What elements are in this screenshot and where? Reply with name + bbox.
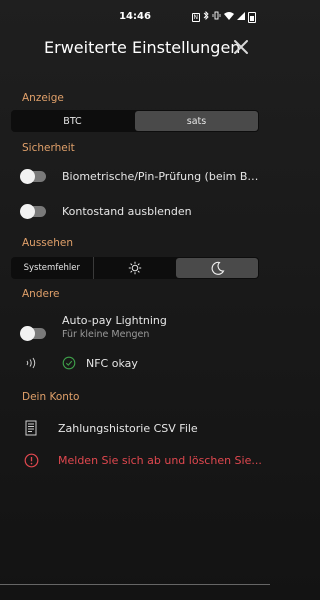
sun-icon (128, 261, 141, 275)
nfc-waves-icon (26, 357, 36, 369)
bluetooth-icon (203, 10, 209, 23)
nfc-status-row: NFC okay (22, 356, 262, 370)
nfc-icon: N (191, 12, 200, 22)
hide-balance-row[interactable]: Kontostand ausblenden (20, 204, 262, 219)
hide-balance-label: Kontostand ausblenden (62, 205, 192, 218)
unit-segmented-control: BTC sats (11, 110, 259, 132)
document-icon (25, 420, 37, 436)
biometric-label: Biometrische/Pin-Prüfung (beim Be... (62, 170, 262, 183)
unit-sats-option[interactable]: sats (135, 111, 258, 131)
page-title: Erweiterte Einstellungen (44, 38, 241, 57)
battery-icon (248, 11, 256, 23)
vibrate-icon (212, 11, 221, 23)
status-bar: 14:46 N (0, 0, 270, 36)
section-aussehen: Aussehen (22, 237, 74, 249)
wifi-icon (224, 11, 234, 23)
section-andere: Andere (22, 288, 60, 300)
close-button[interactable] (230, 36, 252, 58)
nfc-status-label: NFC okay (86, 356, 138, 370)
logout-row[interactable]: Melden Sie sich ab und löschen Sie... (22, 453, 262, 468)
toggle-knob (20, 204, 35, 219)
toggle-knob (20, 325, 35, 341)
biometric-row[interactable]: Biometrische/Pin-Prüfung (beim Be... (20, 169, 262, 184)
unit-btc-option[interactable]: BTC (11, 110, 134, 132)
csv-export-label: Zahlungshistorie CSV File (58, 421, 198, 435)
autopay-text: Auto-pay Lightning Für kleine Mengen (62, 314, 167, 340)
toggle-knob (20, 169, 35, 184)
close-icon (234, 40, 248, 54)
check-circle-icon (62, 356, 76, 370)
theme-system-option[interactable]: Systemfehler (11, 257, 93, 279)
section-sicherheit: Sicherheit (22, 142, 75, 154)
bottom-divider (0, 584, 270, 585)
section-dein-konto: Dein Konto (22, 391, 80, 403)
autopay-sublabel: Für kleine Mengen (62, 329, 150, 340)
system-icons: N (191, 10, 256, 23)
autopay-row[interactable]: Auto-pay Lightning Für kleine Mengen (20, 314, 262, 341)
autopay-label: Auto-pay Lightning (62, 314, 167, 327)
biometric-toggle[interactable] (20, 169, 46, 184)
csv-export-row[interactable]: Zahlungshistorie CSV File (22, 420, 262, 436)
signal-icon (237, 11, 245, 23)
theme-light-option[interactable] (92, 257, 176, 279)
logout-label: Melden Sie sich ab und löschen Sie... (58, 454, 262, 467)
theme-dark-option[interactable] (176, 258, 259, 278)
theme-segmented-control: Systemfehler (11, 257, 259, 279)
alert-circle-icon (24, 453, 39, 468)
moon-icon (211, 261, 225, 275)
autopay-toggle[interactable] (20, 325, 46, 341)
section-anzeige: Anzeige (22, 92, 64, 104)
hide-balance-toggle[interactable] (20, 204, 46, 219)
